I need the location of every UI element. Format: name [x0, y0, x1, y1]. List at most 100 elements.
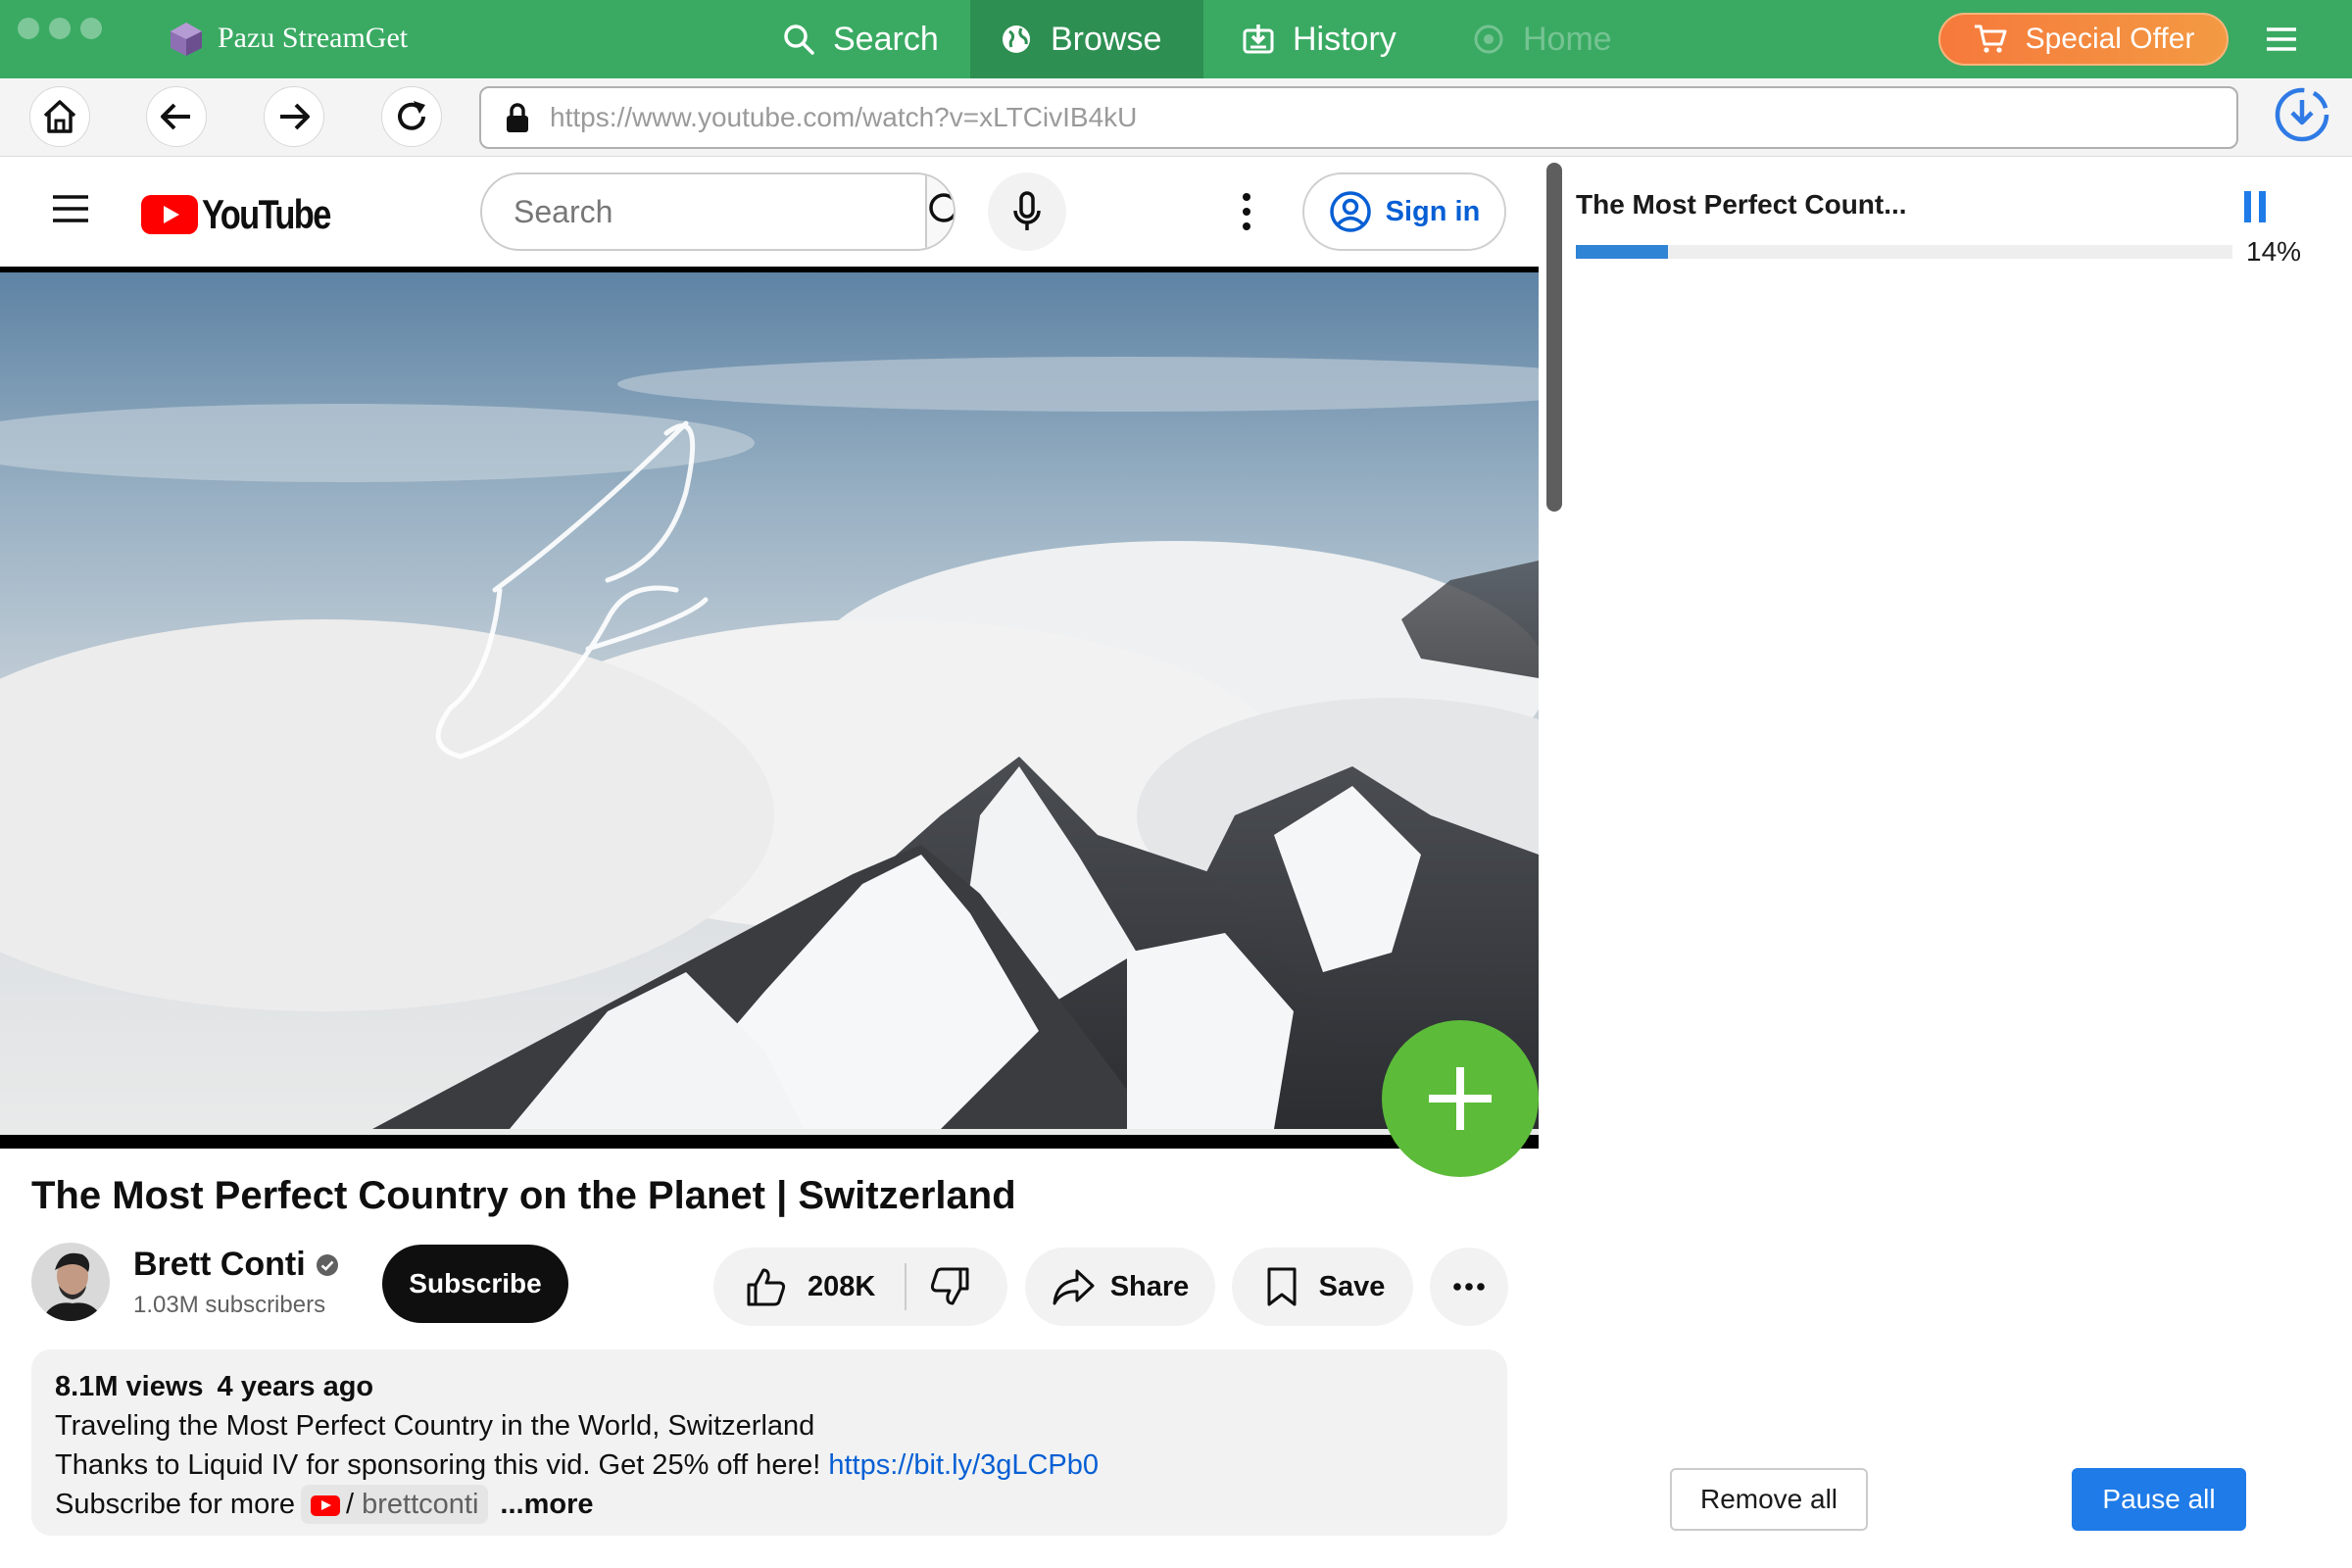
download-progress-bar	[1576, 245, 2232, 259]
more-actions-button[interactable]	[1430, 1248, 1508, 1326]
yt-search-input[interactable]	[482, 174, 925, 249]
tab-browse[interactable]: Browse	[970, 0, 1203, 78]
browser-view: YouTube Sign in	[0, 158, 1552, 1568]
tab-home-label: Home	[1523, 20, 1612, 58]
reload-button[interactable]	[381, 86, 442, 147]
handle-slash: /	[346, 1489, 355, 1520]
cart-icon	[1974, 24, 2007, 53]
share-label: Share	[1109, 1270, 1190, 1302]
like-count[interactable]: 208K	[808, 1271, 875, 1303]
tab-search[interactable]: Search	[753, 0, 968, 78]
bookmark-icon	[1267, 1267, 1297, 1306]
save-button[interactable]: Save	[1232, 1248, 1413, 1326]
more-horizontal-icon	[1453, 1283, 1485, 1291]
channel-handle: brettconti	[362, 1489, 479, 1520]
like-divider	[905, 1263, 907, 1310]
channel-avatar[interactable]	[31, 1243, 110, 1321]
description-text: Thanks to Liquid IV for sponsoring this …	[55, 1449, 821, 1481]
window-close-button[interactable]	[18, 18, 39, 39]
reload-icon	[398, 101, 425, 130]
description-meta: 8.1M views 4 years ago	[55, 1367, 1484, 1406]
special-offer-label: Special Offer	[2025, 23, 2195, 55]
plus-icon	[1429, 1067, 1492, 1130]
home-button[interactable]	[29, 86, 90, 147]
lock-icon	[507, 103, 528, 132]
download-title: The Most Perfect Count...	[1576, 189, 1907, 220]
arrow-left-icon	[161, 103, 190, 130]
app-name: Pazu StreamGet	[218, 22, 409, 54]
tab-home[interactable]: Home	[1443, 0, 1642, 78]
upload-age: 4 years ago	[217, 1371, 374, 1402]
download-panel: The Most Perfect Count... 14% Remove all…	[1564, 158, 2352, 1568]
download-progress-fill	[1576, 245, 1668, 259]
share-icon	[1053, 1269, 1095, 1305]
window-minimize-button[interactable]	[49, 18, 71, 39]
title-bar: Pazu StreamGet Search Browse History Hom…	[0, 0, 2352, 78]
search-icon	[929, 193, 954, 222]
description-line: Subscribe for more / brettconti ...more	[55, 1485, 1484, 1524]
share-button[interactable]: Share	[1025, 1248, 1215, 1326]
app-logo-icon	[171, 23, 202, 56]
tab-history-label: History	[1293, 20, 1396, 58]
channel-name-text: Brett Conti	[133, 1246, 306, 1283]
back-button[interactable]	[146, 86, 207, 147]
description-line: Thanks to Liquid IV for sponsoring this …	[55, 1446, 1484, 1485]
pause-icon[interactable]	[2240, 189, 2270, 224]
tab-search-label: Search	[833, 20, 939, 58]
special-offer-button[interactable]: Special Offer	[1938, 13, 2229, 66]
youtube-logo-text: YouTube	[202, 191, 331, 237]
subscriber-count: 1.03M subscribers	[133, 1292, 326, 1318]
yt-menu-icon[interactable]	[49, 191, 92, 226]
download-percent: 14%	[2246, 236, 2302, 267]
home-icon	[1474, 24, 1503, 54]
more-options-icon[interactable]	[1229, 187, 1264, 236]
sponsor-link[interactable]: https://bit.ly/3gLCPb0	[828, 1449, 1099, 1481]
tab-history[interactable]: History	[1212, 0, 1426, 78]
home-icon	[43, 100, 76, 133]
video-frame-image	[0, 267, 1539, 1149]
view-count: 8.1M views	[55, 1371, 204, 1402]
add-to-download-button[interactable]	[1382, 1020, 1539, 1177]
download-history-icon	[1243, 24, 1274, 54]
browser-scrollbar[interactable]	[1546, 163, 1562, 512]
account-icon	[1329, 191, 1371, 232]
youtube-logo[interactable]: YouTube	[141, 191, 358, 238]
download-manager-icon[interactable]	[2272, 84, 2332, 145]
subscribe-button[interactable]: Subscribe	[382, 1245, 568, 1323]
pause-all-button[interactable]: Pause all	[2072, 1468, 2246, 1531]
search-icon	[784, 24, 814, 55]
save-label: Save	[1318, 1270, 1386, 1302]
channel-name[interactable]: Brett Conti	[133, 1246, 339, 1284]
remove-all-button[interactable]: Remove all	[1670, 1468, 1868, 1531]
like-dislike-group: 208K	[713, 1248, 1007, 1326]
thumbs-up-icon[interactable]	[745, 1265, 788, 1308]
yt-search-box	[480, 172, 956, 251]
arrow-right-icon	[280, 103, 310, 130]
thumbs-down-icon[interactable]	[928, 1265, 971, 1308]
url-text: https://www.youtube.com/watch?v=xLTCivIB…	[550, 102, 1138, 132]
yt-search-button[interactable]	[925, 174, 954, 249]
url-field[interactable]: https://www.youtube.com/watch?v=xLTCivIB…	[479, 86, 2238, 149]
description-line: Traveling the Most Perfect Country in th…	[55, 1410, 815, 1442]
avatar-image	[31, 1243, 110, 1321]
tab-browse-label: Browse	[1051, 20, 1162, 58]
channel-handle-chip[interactable]: / brettconti	[301, 1485, 489, 1524]
description-box[interactable]: 8.1M views 4 years ago Traveling the Most…	[31, 1349, 1507, 1536]
globe-icon	[1003, 25, 1030, 53]
window-zoom-button[interactable]	[80, 18, 102, 39]
sign-in-button[interactable]: Sign in	[1302, 172, 1506, 251]
forward-button[interactable]	[264, 86, 324, 147]
microphone-icon	[1013, 191, 1041, 230]
app-window: Pazu StreamGet Search Browse History Hom…	[0, 0, 2352, 1568]
voice-search-button[interactable]	[988, 172, 1066, 251]
sign-in-label: Sign in	[1385, 195, 1481, 227]
video-player[interactable]	[0, 267, 1539, 1149]
video-title: The Most Perfect Country on the Planet |…	[31, 1174, 1016, 1217]
youtube-mini-icon	[311, 1494, 340, 1516]
verified-badge-icon	[316, 1253, 338, 1276]
address-bar: https://www.youtube.com/watch?v=xLTCivIB…	[0, 78, 2352, 157]
youtube-play-icon	[141, 195, 198, 234]
hamburger-menu-icon[interactable]	[2264, 22, 2299, 57]
show-more-link[interactable]: ...more	[500, 1489, 593, 1520]
description-text: Subscribe for more	[55, 1489, 295, 1520]
